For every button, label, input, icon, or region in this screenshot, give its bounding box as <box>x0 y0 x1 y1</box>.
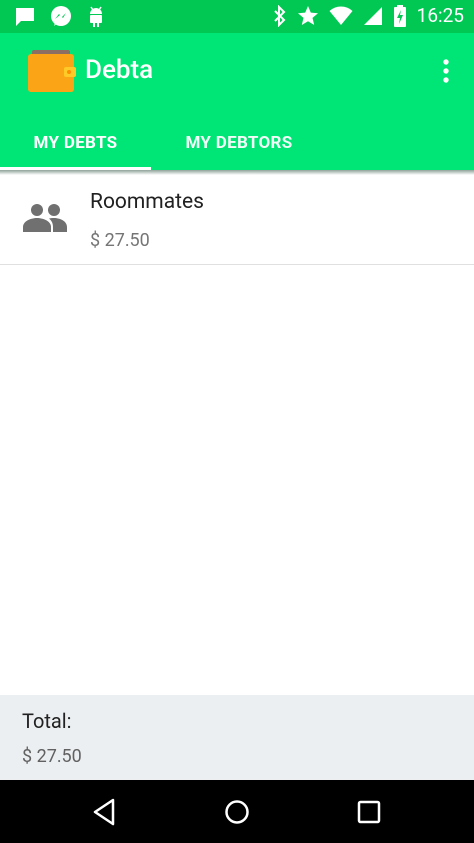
app-title: Debta <box>85 55 154 85</box>
total-panel: Total: $ 27.50 <box>0 695 474 780</box>
tab-label: MY DEBTORS <box>185 132 293 153</box>
total-label: Total: <box>22 709 72 733</box>
wallet-icon <box>28 50 76 92</box>
navigation-bar <box>0 780 474 843</box>
message-icon <box>16 8 34 26</box>
home-icon[interactable] <box>221 796 253 828</box>
battery-charging-icon <box>393 5 406 27</box>
status-bar: 16:25 <box>0 0 474 33</box>
overflow-menu-icon[interactable] <box>436 57 456 85</box>
tab-label: MY DEBTS <box>33 132 118 153</box>
bluetooth-icon <box>273 5 286 27</box>
wifi-icon <box>329 6 353 25</box>
tab-my-debtors[interactable]: MY DEBTORS <box>162 115 316 170</box>
star-icon <box>297 6 318 25</box>
total-amount: $ 27.50 <box>22 746 82 767</box>
list-item[interactable]: Roommates $ 27.50 <box>0 175 474 265</box>
back-icon[interactable] <box>89 796 121 828</box>
group-icon <box>23 204 67 232</box>
tab-bar: MY DEBTS MY DEBTORS <box>0 115 474 170</box>
app-bar: Debta MY DEBTS MY DEBTORS <box>0 33 474 170</box>
debt-name: Roommates <box>90 190 204 214</box>
debt-amount: $ 27.50 <box>90 230 150 251</box>
signal-icon <box>363 7 382 25</box>
android-icon <box>90 6 102 27</box>
status-time: 16:25 <box>416 4 464 27</box>
messenger-icon <box>51 6 71 26</box>
recents-icon[interactable] <box>353 796 385 828</box>
tab-my-debts[interactable]: MY DEBTS <box>0 115 151 170</box>
debt-list: Roommates $ 27.50 <box>0 175 474 265</box>
